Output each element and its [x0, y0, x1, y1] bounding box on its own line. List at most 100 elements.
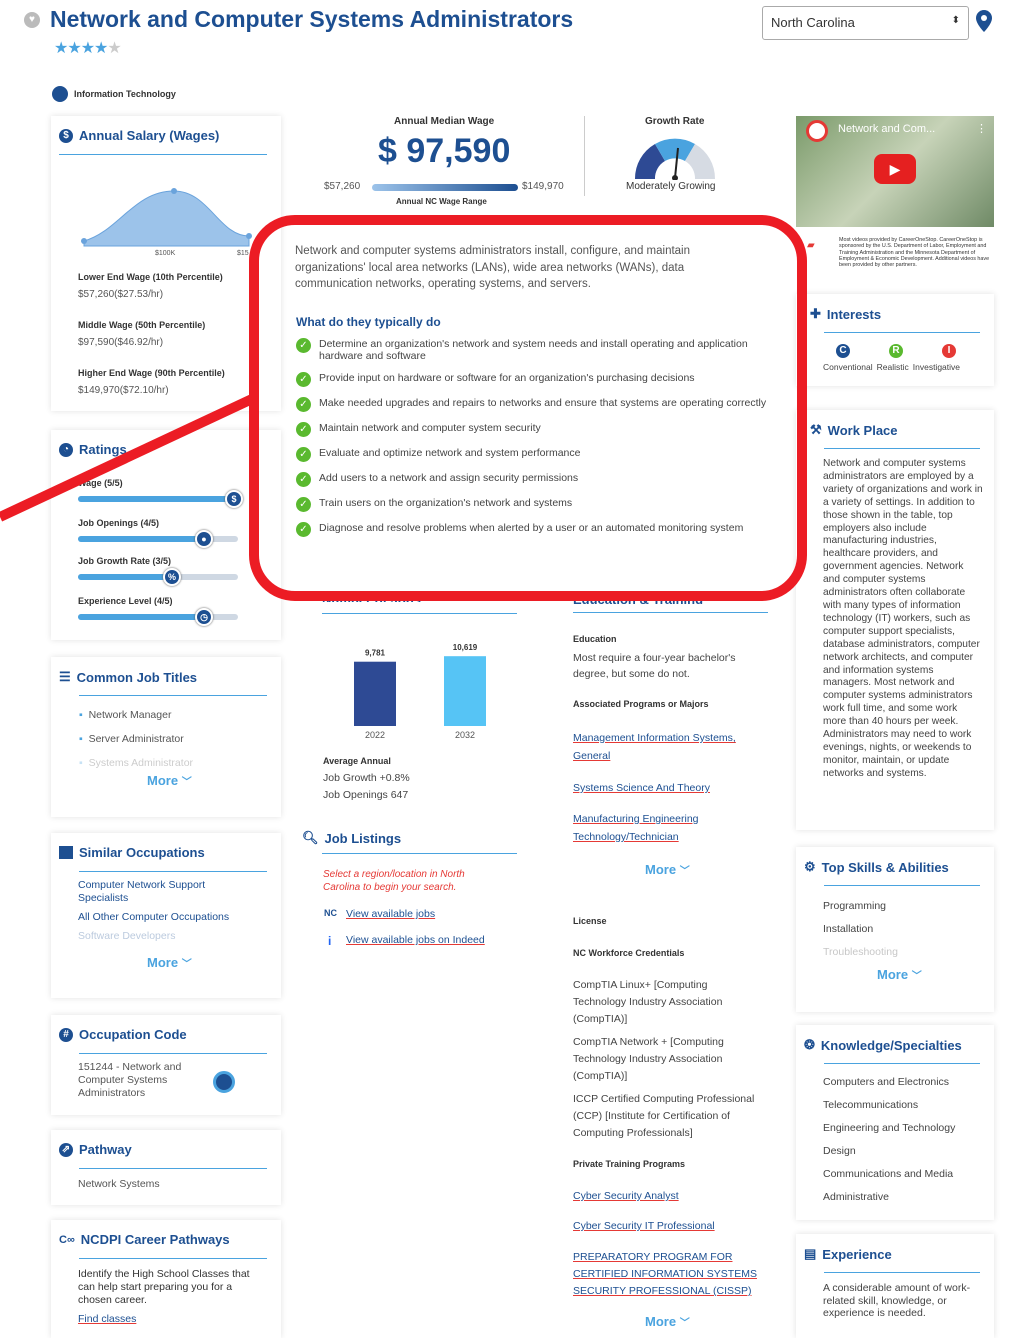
experience-card: ▤ Experience A considerable amount of wor…: [796, 1234, 994, 1338]
state-select[interactable]: North Carolina ⬍: [762, 6, 969, 40]
bar-value-label: 10,619: [453, 643, 478, 652]
highlight-box: [249, 215, 807, 601]
ncdpi-title: NCDPI Career Pathways: [80, 1232, 230, 1247]
growth-value: Moderately Growing: [626, 181, 716, 192]
state-select-value: North Carolina: [771, 15, 855, 30]
listings-prompt: Select a region/location in North Caroli…: [323, 869, 465, 893]
occupation-code-card: # Occupation Code 151244 - Network and Co…: [51, 1015, 281, 1115]
rating-label: Job Openings (4/5): [78, 518, 160, 528]
wage-row-value: $97,590($46.92/hr): [78, 337, 164, 348]
experience-rating-icon: ◷: [195, 608, 213, 626]
jobs-bar-chart: 9,781 2022 10,619 2032: [354, 643, 486, 740]
search-icon: 🔍︎: [302, 830, 319, 845]
find-classes-link[interactable]: Find classes: [78, 1313, 136, 1325]
chevron-down-icon: ﹀: [679, 866, 690, 877]
private-label: Private Training Programs: [573, 1159, 686, 1169]
program-link[interactable]: Management Information Systems, General: [573, 729, 758, 765]
interest-label: Realistic: [876, 362, 909, 372]
video-title: Network and Com...: [838, 123, 936, 135]
wage-row-label: Middle Wage (50th Percentile): [78, 320, 206, 330]
divider: [584, 116, 585, 196]
similar-link[interactable]: Computer Network Support Specialists: [78, 879, 258, 905]
skill-item: Programming: [823, 900, 887, 912]
ratings-icon: ◔: [59, 442, 73, 457]
pathway-card: ⇗ Pathway Network Systems: [51, 1130, 281, 1205]
program-link[interactable]: Manufacturing Engineering Technology/Tec…: [573, 810, 733, 846]
workplace-text: Network and computer systems administrat…: [823, 458, 983, 779]
brain-icon: ❂: [804, 1037, 815, 1052]
more-button[interactable]: More ﹀: [147, 773, 192, 788]
nc-logo-icon: NC: [324, 908, 337, 918]
edu-text: Most require a four-year bachelor's degr…: [573, 652, 736, 680]
chevron-down-icon: ﹀: [181, 777, 192, 788]
category-label: 2032: [455, 730, 475, 740]
listings-title: Job Listings: [324, 830, 402, 846]
edu-label: Education: [573, 634, 617, 644]
ratings-card: ◔ Ratings Wage (5/5) $ Job Openings (4/5)…: [51, 430, 281, 640]
star-icon: ★: [67, 40, 81, 57]
indeed-logo-icon: i: [328, 934, 332, 948]
star-icon: ★: [94, 40, 108, 57]
more-button[interactable]: More ﹀: [645, 862, 690, 877]
experience-text: A considerable amount of work-related sk…: [823, 1282, 971, 1319]
rating-label: Job Growth Rate (3/5): [78, 556, 172, 566]
wage-row-label: Lower End Wage (10th Percentile): [78, 272, 223, 282]
openings-rating-icon: ●: [195, 530, 213, 548]
list-item: ▪ Systems Administrator: [79, 757, 194, 769]
view-jobs-link[interactable]: View available jobs: [346, 908, 435, 920]
video-credit: Most videos provided by CareerOneStop. C…: [839, 237, 990, 269]
wage-range-label: Annual NC Wage Range: [396, 197, 487, 206]
location-pin-icon[interactable]: [976, 10, 992, 32]
knowledge-title: Knowledge/Specialties: [820, 1037, 962, 1053]
similar-link[interactable]: Software Developers: [78, 930, 258, 943]
jobs-growth: Job Growth +0.8%: [323, 772, 410, 784]
hammer-icon: ⚒: [810, 422, 822, 437]
listings-divider: [322, 853, 517, 854]
channel-logo-icon: [806, 120, 828, 142]
salary-distribution-chart: [81, 188, 252, 247]
private-program-link[interactable]: Cyber Security Analyst: [573, 1190, 679, 1202]
favorite-icon[interactable]: ♥: [24, 12, 40, 28]
skill-item: Troubleshooting: [823, 946, 898, 958]
job-listings-header: 🔍︎ Job Listings: [302, 830, 401, 846]
knowledge-card: ❂ Knowledge/Specialties Computers and Ele…: [796, 1025, 994, 1220]
wage-row-value: $149,970($72.10/hr): [78, 385, 169, 396]
jobs-openings: Job Openings 647: [323, 789, 409, 801]
video-player[interactable]: Network and Com... ⋮ ▶: [796, 116, 994, 227]
skills-icon: ⚙: [804, 859, 816, 874]
view-indeed-link[interactable]: View available jobs on Indeed: [346, 934, 485, 946]
onet-logo-icon[interactable]: [213, 1071, 235, 1093]
similar-title: Similar Occupations: [79, 845, 205, 860]
video-menu-icon[interactable]: ⋮: [976, 122, 987, 135]
similar-link[interactable]: All Other Computer Occupations: [78, 911, 258, 924]
star-icon: ★: [107, 40, 121, 57]
document-icon: ▤: [804, 1246, 817, 1261]
dollar-icon: $: [59, 128, 73, 143]
axis-tick: $15: [237, 250, 249, 257]
skills-card: ⚙ Top Skills & Abilities Programming Inst…: [796, 847, 994, 1012]
interests-title: Interests: [826, 306, 882, 322]
interest-label: Conventional: [823, 362, 873, 372]
workplace-title: Work Place: [827, 422, 898, 438]
credential-item: CompTIA Network + [Computing Technology …: [573, 1036, 724, 1082]
more-button[interactable]: More ﹀: [645, 1314, 690, 1329]
license-label: License: [573, 916, 607, 926]
growth-label: Growth Rate: [645, 116, 705, 127]
private-program-link[interactable]: Cyber Security IT Professional: [573, 1220, 715, 1232]
wage-range-bar: [372, 184, 518, 191]
program-link[interactable]: Systems Science And Theory: [573, 779, 758, 797]
category-badge: Information Technology: [52, 86, 176, 102]
credential-item: ICCP Certified Computing Professional (C…: [573, 1093, 755, 1139]
chevron-down-icon: ﹀: [911, 971, 922, 982]
category-icon: [52, 86, 68, 102]
rating-label: Wage (5/5): [78, 478, 123, 488]
bar-value-label: 9,781: [365, 649, 386, 658]
more-button[interactable]: More ﹀: [147, 955, 192, 970]
category-label: 2022: [365, 730, 385, 740]
rating-label: Experience Level (4/5): [78, 596, 173, 606]
more-button[interactable]: More ﹀: [877, 967, 922, 982]
private-program-link[interactable]: PREPARATORY PROGRAM FOR CERTIFIED INFORM…: [573, 1249, 763, 1300]
wage-low: $57,260: [324, 181, 361, 192]
knowledge-item: Engineering and Technology: [823, 1122, 956, 1134]
play-button[interactable]: ▶: [874, 154, 916, 184]
